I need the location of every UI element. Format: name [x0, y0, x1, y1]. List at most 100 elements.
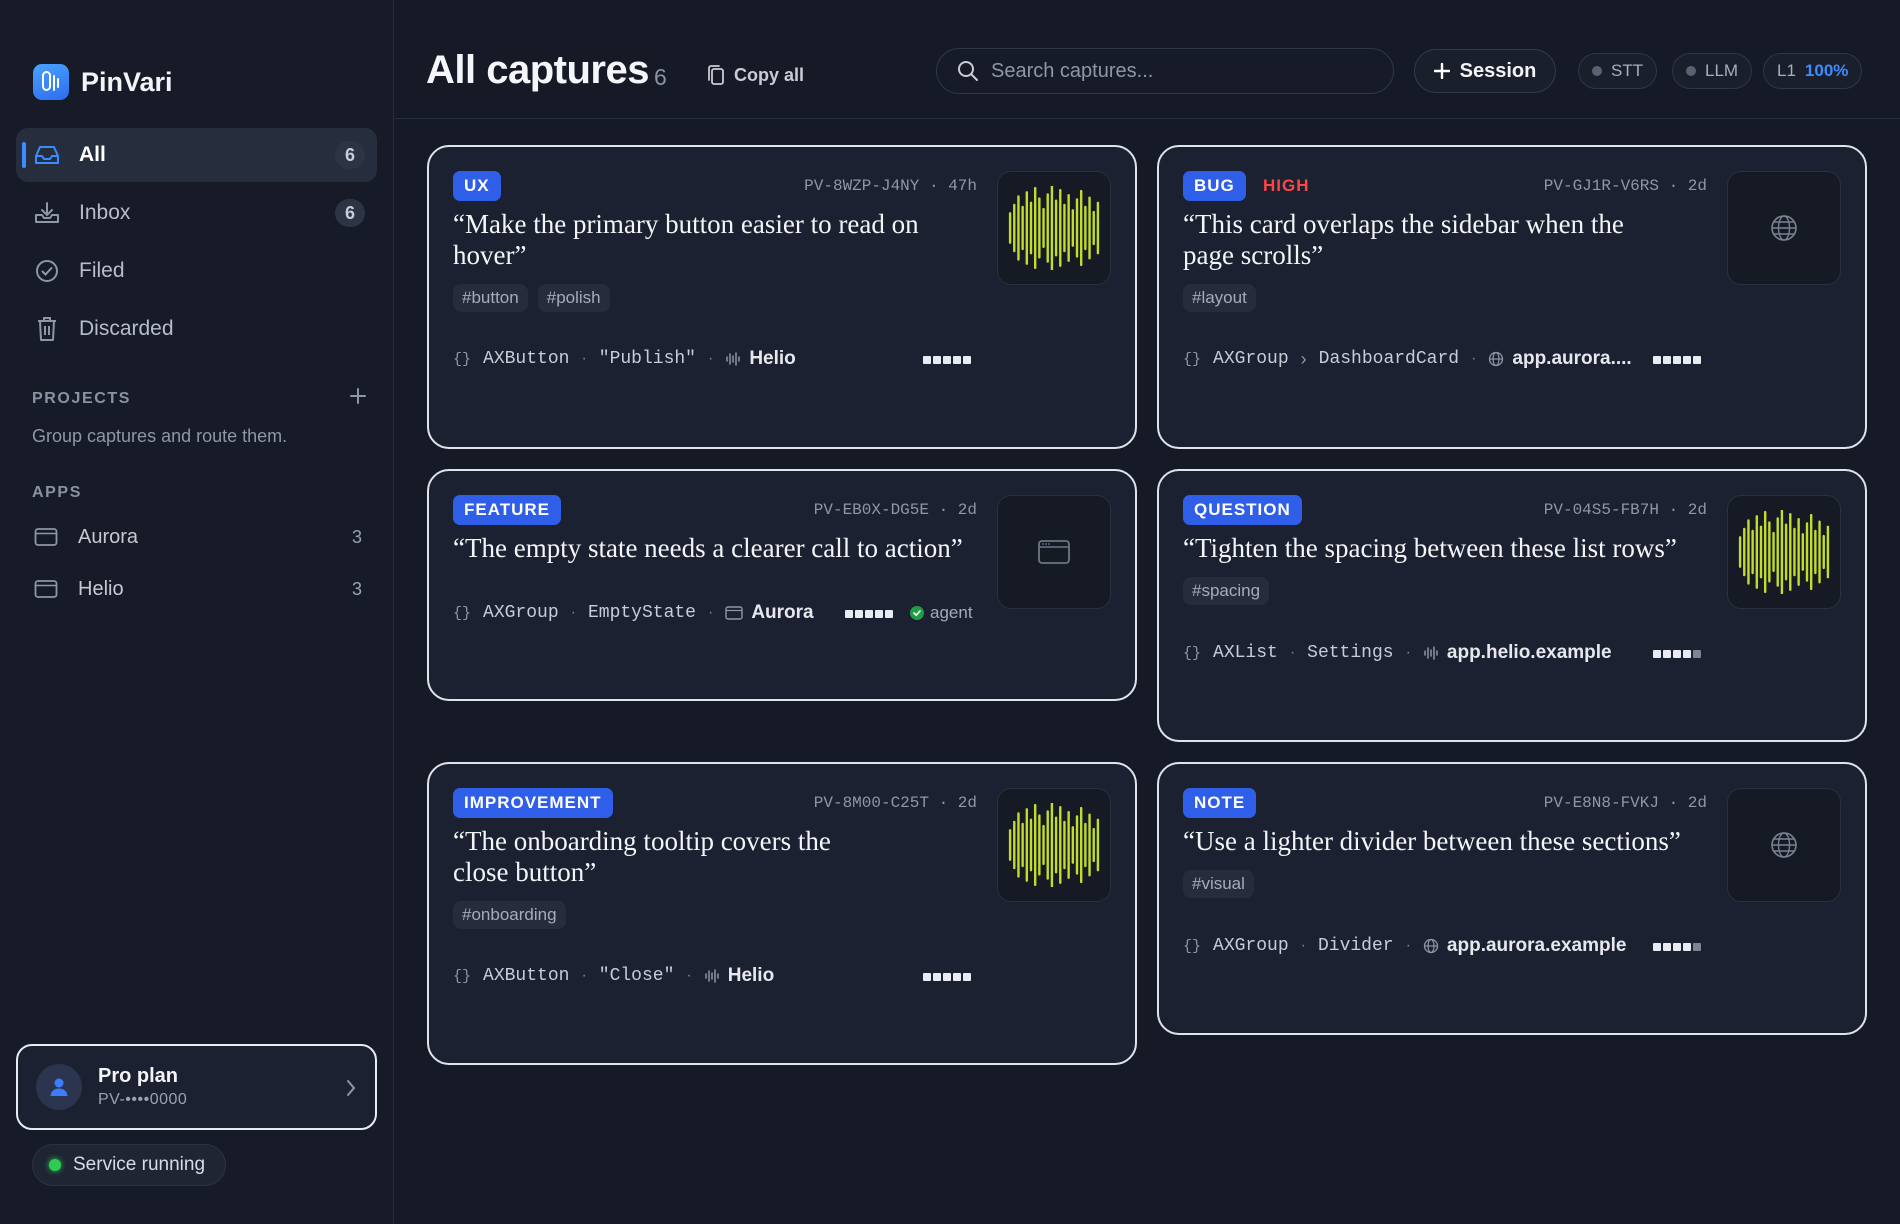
braces-icon: {}: [453, 967, 472, 985]
sidebar-item-label: All: [79, 143, 106, 166]
capture-age: 2d: [957, 794, 977, 812]
thumbnail-globe: [1727, 171, 1841, 285]
service-status[interactable]: Service running: [32, 1144, 227, 1186]
rating-dot: [963, 973, 971, 981]
llm-status-pill[interactable]: LLM: [1672, 53, 1753, 89]
header-divider: [395, 118, 1900, 119]
waveform-icon: [1008, 803, 1100, 887]
rating-dot: [1683, 650, 1691, 658]
sidebar-item-helio[interactable]: Helio 3: [32, 569, 362, 609]
rating-dot: [1653, 943, 1661, 951]
waveform-icon: [726, 352, 741, 366]
status-dot: [49, 1159, 61, 1171]
rating-dot: [1683, 943, 1691, 951]
app-label: Helio: [78, 577, 124, 600]
add-project-button[interactable]: [348, 386, 368, 406]
braces-icon: {}: [453, 350, 472, 368]
sidebar-item-label: Discarded: [79, 317, 174, 340]
element-label: EmptyState: [587, 603, 696, 623]
capture-id: PV-E8N8-FVKJ: [1543, 794, 1659, 812]
capture-quote: “Make the primary button easier to read …: [453, 209, 919, 270]
braces-icon: {}: [453, 604, 472, 622]
hashtag[interactable]: #polish: [537, 284, 610, 312]
rating-dot: [1663, 650, 1671, 658]
hashtag[interactable]: #spacing: [1183, 577, 1270, 605]
plan-id: PV-••••0000: [98, 1091, 188, 1108]
waveform-icon: [1008, 186, 1100, 270]
rating-dot: [1663, 943, 1671, 951]
capture-quote: “Tighten the spacing between these list …: [1183, 533, 1677, 563]
element-path: {} AXGroup · Divider · app.aurora.example: [1183, 935, 1627, 956]
copy-all-button[interactable]: Copy all: [706, 64, 804, 86]
sidebar-item-aurora[interactable]: Aurora 3: [32, 517, 362, 557]
thumbnail-waveform: [997, 171, 1111, 285]
rating-dot: [1673, 356, 1681, 364]
source-app: app.aurora.example: [1446, 935, 1627, 956]
sidebar-item-inbox[interactable]: Inbox 6: [16, 186, 377, 240]
path-chevron: ›: [1300, 348, 1307, 369]
globe-icon: [1423, 938, 1439, 954]
app-logo-icon: [33, 64, 69, 100]
search-field[interactable]: [936, 48, 1394, 94]
capture-id: PV-EB0X-DG5E: [813, 501, 929, 519]
element-label: Divider: [1317, 936, 1394, 956]
sidebar-item-all[interactable]: All 6: [16, 128, 377, 182]
capture-meta: PV-8WZP-J4NY · 47h: [804, 177, 977, 195]
source-app: app.aurora....: [1512, 348, 1632, 369]
globe-icon: [1771, 215, 1797, 241]
waveform-icon: [1424, 646, 1438, 660]
thumbnail-globe: [1727, 788, 1841, 902]
capture-age: 2d: [1687, 794, 1707, 812]
count-badge: 6: [335, 141, 365, 169]
stt-status-pill[interactable]: STT: [1578, 53, 1658, 89]
window-icon: [32, 575, 60, 603]
check-circle-icon: [33, 257, 61, 285]
category-tag: BUG: [1183, 171, 1246, 201]
plan-card[interactable]: Pro plan PV-••••0000: [16, 1044, 377, 1130]
rating-dot: [943, 973, 951, 981]
app-name: PinVari: [81, 66, 173, 97]
capture-card[interactable]: NOTE PV-E8N8-FVKJ · 2d “Use a lighter di…: [1157, 762, 1867, 1035]
capture-quote: “This card overlaps the sidebar when the…: [1183, 209, 1624, 270]
copy-all-label: Copy all: [734, 64, 805, 85]
rating-dot: [1693, 650, 1701, 658]
rating-dot: [885, 610, 893, 618]
category-tag: QUESTION: [1183, 495, 1302, 525]
priority-badge: HIGH: [1263, 176, 1310, 195]
hashtag[interactable]: #layout: [1183, 284, 1256, 312]
page-title: All captures: [426, 48, 649, 92]
sidebar-item-label: Filed: [79, 259, 125, 282]
capture-card[interactable]: FEATURE PV-EB0X-DG5E · 2d “The empty sta…: [427, 469, 1137, 701]
sidebar-item-discarded[interactable]: Discarded: [16, 302, 377, 356]
capture-card[interactable]: BUG HIGH PV-GJ1R-V6RS · 2d “This card ov…: [1157, 145, 1867, 449]
source-app: Helio: [727, 965, 775, 986]
plus-icon: [350, 388, 366, 404]
app-label: Aurora: [78, 525, 139, 548]
new-session-button[interactable]: Session: [1414, 49, 1556, 93]
hashtag[interactable]: #button: [453, 284, 528, 312]
capture-age: 2d: [957, 501, 977, 519]
capture-card[interactable]: QUESTION PV-04S5-FB7H · 2d “Tighten the …: [1157, 469, 1867, 742]
trash-icon: [33, 315, 61, 343]
brand[interactable]: PinVari: [33, 64, 173, 100]
capture-meta: PV-8M00-C25T · 2d: [813, 794, 977, 812]
element-role: AXButton: [483, 966, 570, 986]
count-badge: 6: [335, 199, 365, 227]
capture-id: PV-8M00-C25T: [813, 794, 929, 812]
app-count: 3: [351, 526, 362, 547]
sidebar-item-filed[interactable]: Filed: [16, 244, 377, 298]
sidebar-nav: All 6 Inbox 6 Filed Discarded: [16, 128, 377, 360]
search-input[interactable]: [991, 59, 1393, 83]
capture-card[interactable]: UX PV-8WZP-J4NY · 47h “Make the primary …: [427, 145, 1137, 449]
hashtag[interactable]: #onboarding: [453, 901, 566, 929]
level-status-pill[interactable]: L1 100%: [1763, 53, 1863, 89]
category-tag: UX: [453, 171, 501, 201]
capture-meta: PV-04S5-FB7H · 2d: [1543, 501, 1707, 519]
element-path: {} AXGroup · EmptyState · Aurora: [453, 602, 814, 623]
capture-quote: “The onboarding tooltip covers the close…: [453, 826, 831, 887]
capture-card[interactable]: IMPROVEMENT PV-8M00-C25T · 2d “The onboa…: [427, 762, 1137, 1065]
rating-dot: [855, 610, 863, 618]
hashtag[interactable]: #visual: [1183, 870, 1254, 898]
rating-dot: [1653, 650, 1661, 658]
status-dot: [1686, 66, 1696, 76]
